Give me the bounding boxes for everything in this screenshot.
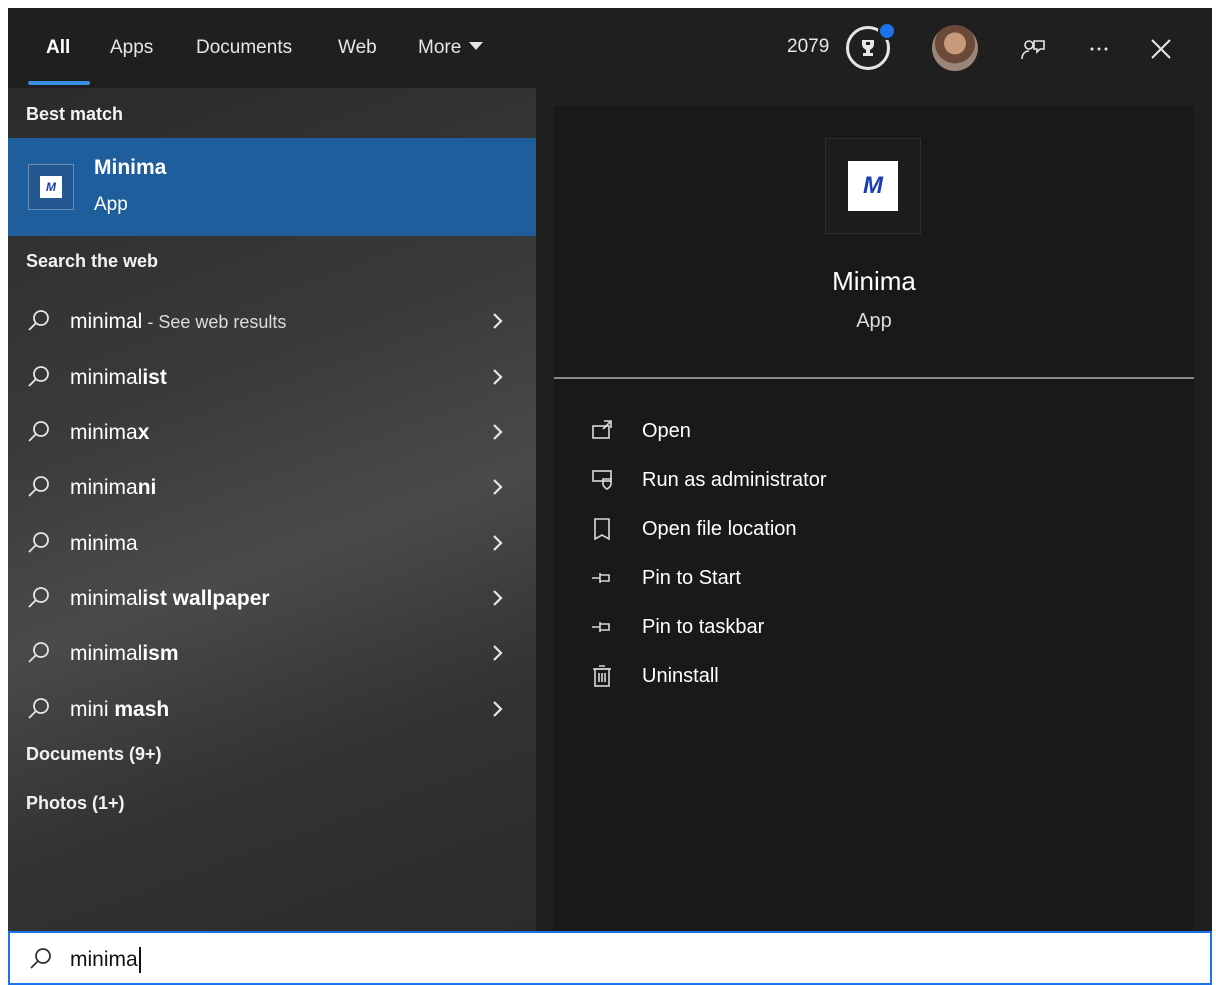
trash-icon [593,665,611,687]
suggestion-completion: mash [108,698,170,721]
suggestion-text: minimani [70,476,156,500]
chevron-right-icon [493,313,503,329]
chevron-right-icon [493,479,503,495]
web-suggestion[interactable]: minimani [8,460,536,515]
search-icon [30,948,51,969]
search-icon [28,366,49,387]
best-match-subtitle: App [94,194,128,215]
search-web-heading: Search the web [26,251,159,271]
best-match-item[interactable]: M Minima App [8,138,536,236]
suggestion-prefix: minima [70,532,138,555]
action-label: Uninstall [642,665,719,687]
pin-icon [592,622,610,632]
notification-dot [878,22,896,40]
best-match-title: Minima [94,156,167,179]
preview-pane: M Minima App Open Run as administrator Ope… [554,106,1194,931]
tab-documents[interactable]: Documents [196,36,292,60]
best-match-heading: Best match [26,104,124,124]
suggestion-completion: ni [137,476,157,499]
search-icon [28,698,49,719]
more-options-icon[interactable] [1082,32,1116,66]
rewards-points: 2079 [787,36,830,57]
tab-more[interactable]: More [418,36,484,60]
chevron-right-icon [493,645,503,661]
action-open-file-location[interactable]: Open file location [590,512,1150,552]
action-run-as-administrator[interactable]: Run as administrator [590,463,1150,503]
close-icon[interactable] [1144,32,1178,66]
tab-web[interactable]: Web [338,36,377,60]
search-icon [28,476,49,497]
chevron-right-icon [493,590,503,606]
web-suggestion[interactable]: minimal - See web results [8,294,536,349]
web-suggestion[interactable]: minimalism [8,626,536,681]
suggestion-prefix: minima [70,421,138,444]
action-label: Run as administrator [642,469,827,491]
tab-apps[interactable]: Apps [110,36,153,60]
suggestion-prefix: mini [70,698,109,721]
feedback-icon[interactable] [1016,32,1050,66]
top-bar: All Apps Documents Web More 2079 [8,8,1212,88]
suggestion-completion: ism [142,642,179,665]
pin-icon [592,573,610,583]
category-documents[interactable]: Documents (9+) [26,744,162,765]
chevron-right-icon [493,424,503,440]
suggestion-prefix: minimal [70,587,143,610]
suggestion-text: minima [70,532,138,556]
suggestion-prefix: minimal [70,366,143,389]
action-open[interactable]: Open [590,414,1150,454]
search-icon [28,310,49,331]
suggestion-text: minimalist [70,366,167,390]
suggestion-text: minimalism [70,642,179,666]
preview-title: Minima [832,266,916,296]
avatar[interactable] [932,25,978,71]
chevron-right-icon [493,701,503,717]
active-tab-indicator [28,81,90,85]
file-location-icon [594,518,610,541]
suggestion-completion: ist wallpaper [142,587,270,610]
suggestion-prefix: minima [70,476,138,499]
tab-all[interactable]: All [46,36,70,60]
suggestion-completion: ist [142,366,167,389]
results-pane: Best match M Minima App Search the web m… [8,88,536,931]
web-suggestion[interactable]: minimalist wallpaper [8,571,536,626]
search-icon [28,421,49,442]
minima-app-large-icon: M [825,138,921,234]
suggestion-text: minimal - See web results [70,310,286,334]
web-suggestion[interactable]: minima [8,516,536,571]
action-label: Pin to taskbar [642,616,765,638]
suggestion-text: minimalist wallpaper [70,587,270,611]
suggestion-text: mini mash [70,698,169,722]
action-uninstall[interactable]: Uninstall [590,659,1150,699]
suggestion-hint: - See web results [142,312,287,332]
caret-down-icon [469,41,484,50]
action-label: Open file location [642,518,797,540]
chevron-right-icon [493,535,503,551]
divider [554,377,1194,379]
minima-app-icon: M [28,164,74,210]
suggestion-completion: x [137,421,150,444]
chevron-right-icon [493,369,503,385]
action-pin-to-start[interactable]: Pin to Start [590,561,1150,601]
search-input[interactable]: minima [70,947,141,973]
suggestion-prefix: minimal [70,642,143,665]
suggestion-prefix: minimal [70,310,143,333]
action-label: Open [642,420,691,442]
suggestion-text: minimax [70,421,149,445]
shield-icon [592,470,612,490]
search-box[interactable]: minima [8,931,1212,985]
action-pin-to-taskbar[interactable]: Pin to taskbar [590,610,1150,650]
web-suggestion[interactable]: minimax [8,405,536,460]
search-icon [28,587,49,608]
preview-subtitle: App [856,310,892,332]
web-suggestion[interactable]: mini mash [8,682,536,737]
open-icon [592,420,612,439]
search-icon [28,532,49,553]
category-photos[interactable]: Photos (1+) [26,793,125,814]
search-icon [28,642,49,663]
action-label: Pin to Start [642,567,741,589]
tab-more-label: More [418,37,462,58]
search-window: All Apps Documents Web More 2079 Best ma… [8,8,1212,931]
web-suggestion[interactable]: minimalist [8,350,536,405]
